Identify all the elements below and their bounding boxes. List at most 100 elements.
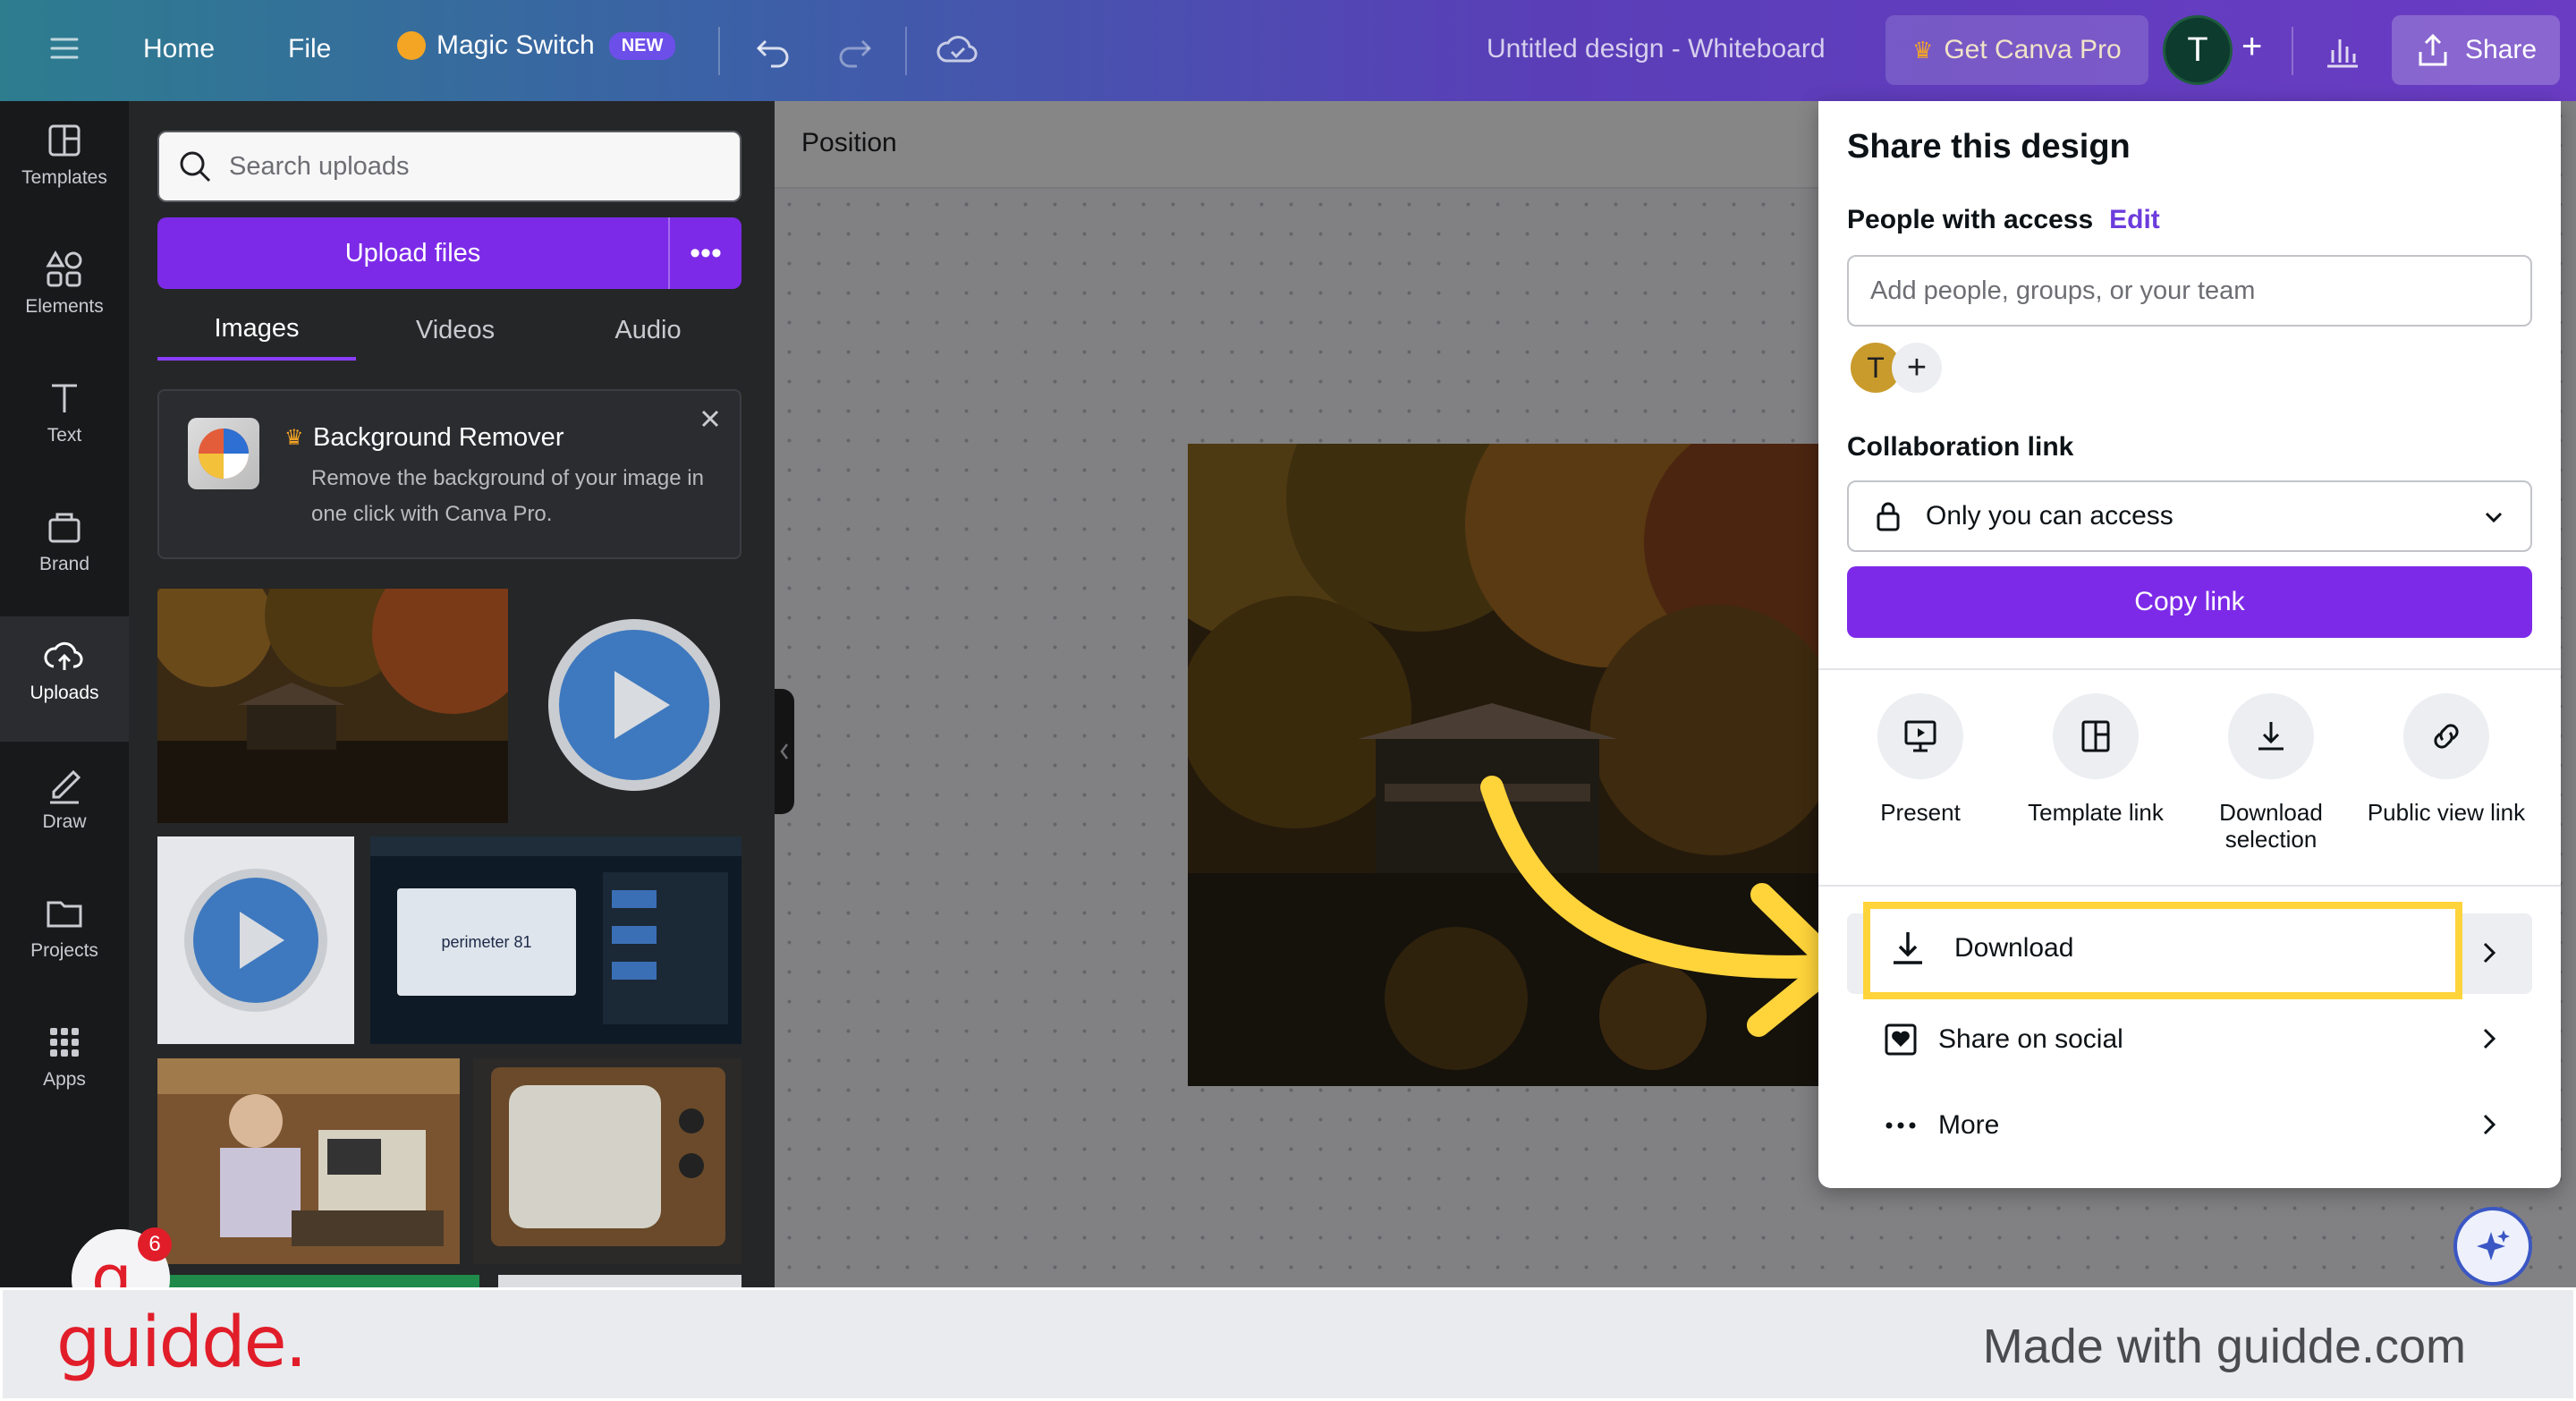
add-people-placeholder: Add people, groups, or your team bbox=[1870, 276, 2256, 305]
design-title[interactable]: Untitled design - Whiteboard bbox=[1487, 34, 1826, 64]
rail-label: Text bbox=[47, 425, 82, 446]
rail-item-text[interactable]: Text bbox=[0, 359, 129, 484]
rail-item-apps[interactable]: Apps bbox=[0, 1003, 129, 1128]
promo-description: Remove the background of your image in o… bbox=[311, 466, 704, 526]
rail-item-projects[interactable]: Projects bbox=[0, 874, 129, 999]
people-access-text: People with access bbox=[1847, 205, 2094, 234]
upload-files-label[interactable]: Upload files bbox=[157, 217, 670, 289]
upload-thumb-screenshot[interactable]: perimeter 81 bbox=[370, 836, 741, 1044]
rail-label: Projects bbox=[30, 940, 98, 961]
rail-label: Draw bbox=[42, 811, 87, 832]
left-rail: Templates Elements Text Brand Uploads Dr… bbox=[0, 101, 129, 1300]
option-present[interactable]: Present bbox=[1833, 693, 2008, 826]
new-badge: NEW bbox=[608, 31, 676, 60]
magic-switch-label: Magic Switch bbox=[436, 30, 595, 60]
download-highlight[interactable]: Download bbox=[1863, 902, 2462, 999]
hamburger-menu-icon[interactable] bbox=[47, 30, 82, 66]
chevron-down-icon bbox=[2485, 512, 2503, 523]
redo-icon[interactable] bbox=[835, 30, 875, 70]
option-template-link[interactable]: Template link bbox=[2008, 693, 2183, 826]
avatar[interactable]: T bbox=[2163, 15, 2233, 85]
page: Home File Magic Switch NEW Untitled desi… bbox=[0, 0, 2576, 1401]
tab-audio[interactable]: Audio bbox=[555, 300, 741, 361]
add-member-icon[interactable]: + bbox=[1892, 343, 1942, 393]
promo-title: Background Remover bbox=[313, 423, 564, 452]
avatar-letter: T bbox=[2163, 15, 2233, 85]
collaboration-link-label: Collaboration link bbox=[1847, 432, 2074, 462]
uploads-panel: Search uploads Upload files ••• Images V… bbox=[129, 101, 775, 1300]
rail-item-templates[interactable]: Templates bbox=[0, 101, 129, 226]
divider bbox=[1818, 885, 2561, 887]
background-remover-promo[interactable]: ♛ Background Remover Remove the backgrou… bbox=[157, 389, 741, 559]
magic-switch-button[interactable]: Magic Switch NEW bbox=[397, 30, 676, 61]
access-select[interactable]: Only you can access bbox=[1847, 480, 2532, 552]
edit-access-link[interactable]: Edit bbox=[2109, 205, 2160, 234]
more-options-icon[interactable]: ••• bbox=[670, 217, 741, 289]
get-canva-pro-button[interactable]: ♛ Get Canva Pro bbox=[1885, 15, 2148, 85]
upload-thumb-old-tv[interactable] bbox=[473, 1058, 741, 1264]
templates-icon bbox=[43, 119, 86, 162]
share-label: Share bbox=[2465, 35, 2538, 64]
share-panel-title: Share this design bbox=[1847, 128, 2131, 166]
upload-files-button[interactable]: Upload files ••• bbox=[157, 217, 741, 289]
copy-link-button[interactable]: Copy link bbox=[1847, 566, 2532, 638]
option-label: Present bbox=[1880, 799, 1961, 826]
present-icon bbox=[1877, 693, 1963, 779]
get-pro-label: Get Canva Pro bbox=[1944, 35, 2122, 64]
draw-icon bbox=[43, 763, 86, 806]
guidde-footer: guidde. Made with guidde.com bbox=[0, 1287, 2576, 1401]
tab-videos[interactable]: Videos bbox=[356, 300, 555, 361]
cloud-saved-icon[interactable] bbox=[936, 30, 979, 70]
crown-icon: ♛ bbox=[284, 426, 304, 450]
search-uploads-field[interactable]: Search uploads bbox=[157, 131, 741, 202]
share-social-icon bbox=[1885, 1023, 1917, 1056]
option-label: Template link bbox=[2028, 799, 2164, 826]
more-row[interactable]: More bbox=[1847, 1085, 2532, 1166]
guide-arrow bbox=[1480, 776, 1845, 1037]
media-tabs: Images Videos Audio bbox=[157, 300, 741, 361]
close-icon[interactable] bbox=[697, 405, 724, 432]
divider bbox=[2292, 27, 2293, 75]
rail-label: Apps bbox=[43, 1069, 86, 1090]
access-value: Only you can access bbox=[1926, 501, 2174, 531]
rail-item-elements[interactable]: Elements bbox=[0, 230, 129, 355]
beach-ball-icon bbox=[188, 418, 259, 489]
guidde-logo: guidde. bbox=[56, 1303, 307, 1383]
thumb-brand-text: perimeter 81 bbox=[441, 932, 532, 951]
option-public-view-link[interactable]: Public view link bbox=[2359, 693, 2534, 826]
rail-item-uploads[interactable]: Uploads bbox=[0, 616, 129, 742]
lock-icon bbox=[1877, 502, 1900, 531]
analytics-icon[interactable] bbox=[2322, 30, 2361, 70]
file-menu[interactable]: File bbox=[288, 34, 331, 64]
add-member-icon[interactable]: + bbox=[2241, 27, 2262, 67]
upload-thumb-play-video-2[interactable] bbox=[157, 836, 354, 1044]
more-dots-icon bbox=[1885, 1122, 1916, 1129]
chevron-right-icon bbox=[2483, 1028, 2496, 1049]
undo-icon[interactable] bbox=[753, 30, 792, 70]
upload-thumb-retro-computer[interactable] bbox=[157, 1058, 460, 1264]
share-panel: Share this design People with access Edit… bbox=[1818, 101, 2561, 1188]
rail-item-draw[interactable]: Draw bbox=[0, 745, 129, 870]
crown-icon: ♛ bbox=[1912, 36, 1934, 64]
tab-images[interactable]: Images bbox=[157, 300, 356, 361]
rail-label: Brand bbox=[38, 554, 90, 574]
upload-thumb-gazebo[interactable] bbox=[157, 589, 508, 823]
template-link-icon bbox=[2053, 693, 2139, 779]
rail-label: Templates bbox=[21, 167, 107, 188]
top-bar: Home File Magic Switch NEW Untitled desi… bbox=[0, 0, 2576, 101]
upload-thumb-play-video[interactable] bbox=[545, 616, 724, 794]
rail-item-brand[interactable]: Brand bbox=[0, 488, 129, 613]
rail-label: Elements bbox=[25, 296, 104, 317]
home-menu[interactable]: Home bbox=[143, 34, 215, 64]
share-button[interactable]: Share bbox=[2392, 15, 2561, 85]
magic-sparkle-button[interactable] bbox=[2453, 1207, 2532, 1286]
chevron-right-icon bbox=[2483, 942, 2496, 964]
option-download-selection[interactable]: Download selection bbox=[2183, 693, 2359, 853]
share-social-row[interactable]: Share on social bbox=[1847, 999, 2532, 1080]
option-label: Download selection bbox=[2219, 799, 2323, 853]
add-people-field[interactable]: Add people, groups, or your team bbox=[1847, 255, 2532, 327]
search-icon bbox=[180, 151, 211, 183]
chevron-right-icon bbox=[2483, 1114, 2496, 1135]
download-label: Download bbox=[1954, 933, 2074, 963]
projects-icon bbox=[43, 892, 86, 935]
